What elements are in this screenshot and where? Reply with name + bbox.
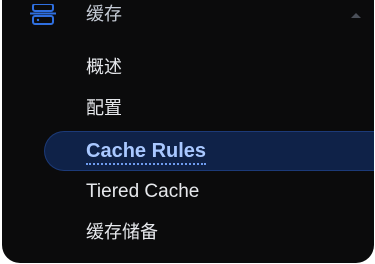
sidebar-item-label: 配置: [86, 98, 122, 119]
cache-section-label: 缓存: [86, 4, 122, 25]
server-stack-icon: [30, 4, 56, 25]
sidebar-item-overview[interactable]: 概述: [44, 48, 374, 88]
cache-section-header[interactable]: 缓存: [2, 0, 374, 36]
sidebar-item-label: Tiered Cache: [86, 181, 200, 202]
sidebar-item-label: 缓存储备: [86, 222, 158, 243]
chevron-up-icon[interactable]: [349, 10, 363, 20]
sidebar-item-label: 概述: [86, 57, 122, 78]
sidebar-item-label: Cache Rules: [86, 131, 207, 171]
sidebar-item-tiered-cache[interactable]: Tiered Cache: [44, 172, 374, 212]
sidebar-item-cache-rules[interactable]: Cache Rules: [44, 131, 374, 171]
sidebar-item-configuration[interactable]: 配置: [44, 89, 374, 129]
sidebar-item-cache-reserve[interactable]: 缓存储备: [44, 213, 374, 253]
sidebar-panel: 缓存 概述 配置 Cache Rules Tiered Cache 缓存储备: [2, 0, 374, 263]
